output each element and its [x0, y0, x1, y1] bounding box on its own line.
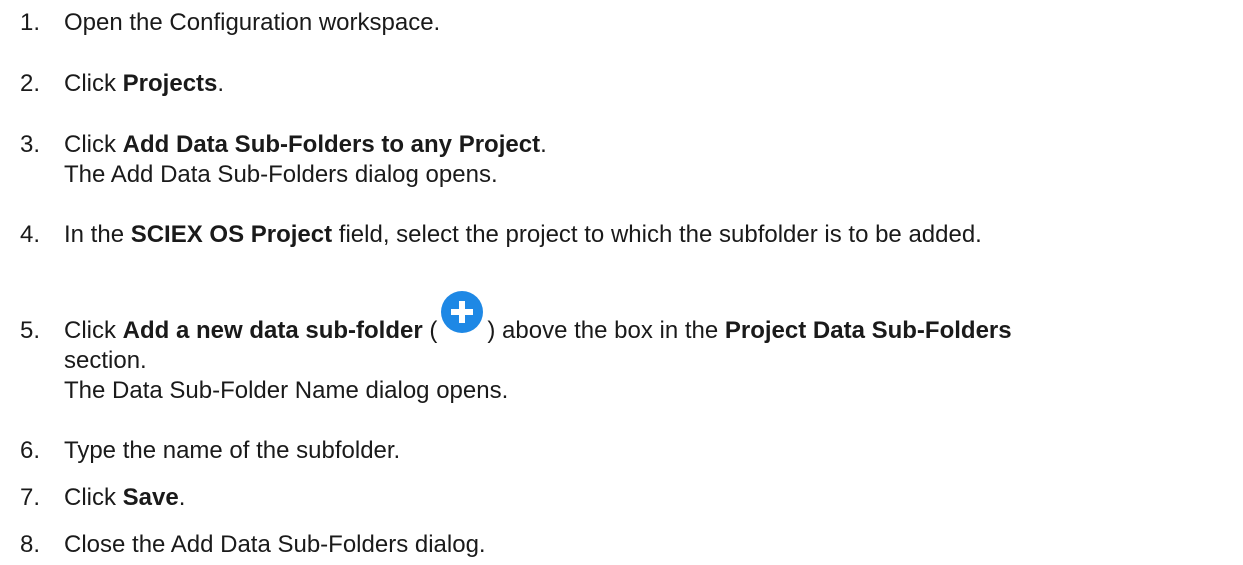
ui-term-add-data-sub-folders: Add Data Sub-Folders to any Project: [122, 131, 541, 158]
step-number: 7.: [20, 484, 41, 511]
step-number: 6.: [20, 437, 41, 464]
step-suffix: .: [217, 70, 225, 97]
step-prefix: Click: [64, 131, 123, 158]
step-text: Open the Configuration workspace.: [64, 8, 1243, 38]
step-number: 1.: [20, 9, 41, 36]
step-number: 4.: [20, 221, 41, 248]
ui-term-add-new-data-sub-folder: Add a new data sub-folder: [122, 317, 423, 344]
step-number: 3.: [20, 131, 41, 158]
ui-term-projects: Projects: [122, 70, 218, 97]
step-prefix: In the: [64, 221, 131, 248]
step-text: Click Add a new data sub-folder ( ) above…: [64, 291, 1243, 406]
step-text: In the SCIEX OS Project field, select th…: [64, 220, 1243, 250]
step-number: 2.: [20, 70, 41, 97]
step-number: 8.: [20, 531, 41, 558]
step-text: Click Add Data Sub-Folders to any Projec…: [64, 130, 1243, 190]
plus-circle-icon: [441, 291, 484, 333]
step-text: Click Projects.: [64, 69, 1243, 99]
step-instruction: Close the Add Data Sub-Folders dialog.: [64, 531, 486, 558]
step-suffix: .: [540, 131, 547, 158]
step-continuation: section.: [64, 347, 147, 374]
add-button-icon-wrap: [437, 291, 487, 346]
step-number: 5.: [20, 317, 41, 344]
step-prefix: Click: [64, 70, 123, 97]
ui-term-sciex-os-project: SCIEX OS Project: [130, 221, 333, 248]
ui-term-save: Save: [122, 484, 179, 511]
step-text: Type the name of the subfolder.: [64, 436, 1243, 466]
step-instruction: Open the Configuration workspace.: [64, 9, 441, 36]
ui-term-project-data-sub-folders: Project Data Sub-Folders: [724, 317, 1012, 344]
paren-open: (: [422, 317, 438, 344]
step-result: The Data Sub-Folder Name dialog opens.: [64, 377, 509, 404]
step-result: The Add Data Sub-Folders dialog opens.: [64, 161, 498, 188]
step-suffix: .: [178, 484, 186, 511]
step-text: Close the Add Data Sub-Folders dialog.: [64, 530, 1243, 560]
step-prefix: Click: [64, 484, 123, 511]
step-text: Click Save.: [64, 483, 1243, 513]
step-prefix: Click: [64, 317, 123, 344]
paren-close: ) above the box in the: [487, 317, 725, 344]
step-suffix: field, select the project to which the s…: [332, 221, 982, 248]
step-instruction: Type the name of the subfolder.: [64, 437, 401, 464]
